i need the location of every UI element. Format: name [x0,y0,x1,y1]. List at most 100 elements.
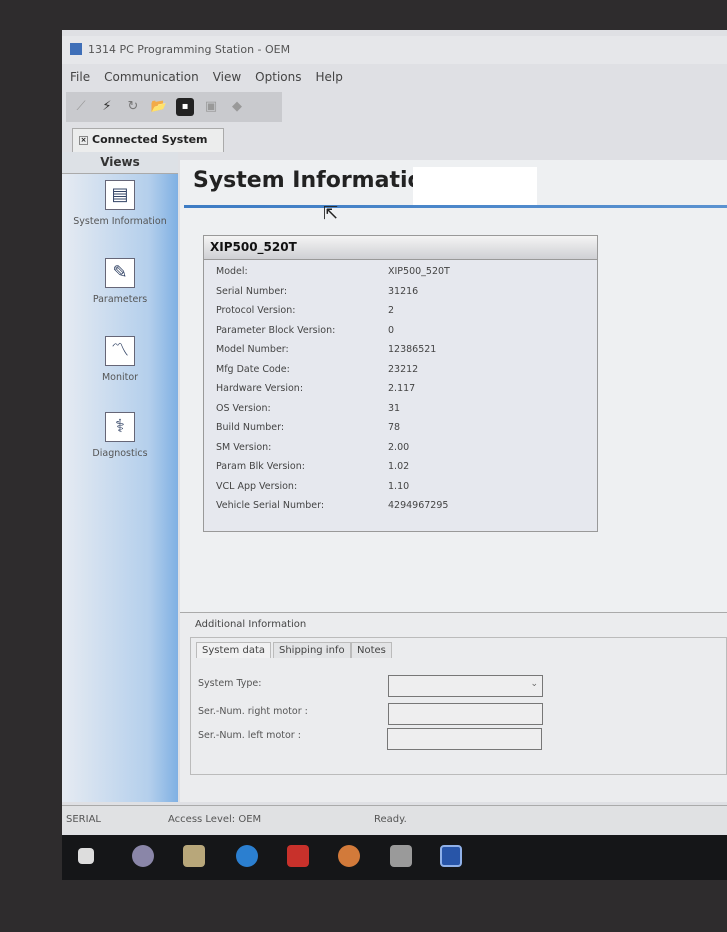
info-label: Model Number: [216,344,289,355]
connect-icon[interactable]: ⟋ [72,98,90,116]
tab-label: Connected System [92,133,208,146]
info-row: OS Version: 31 [216,403,586,414]
sidebar-item-system-information[interactable]: ▤ System Information [62,180,178,227]
info-value: 2.00 [388,441,410,453]
app-icon [70,43,82,55]
info-row: Model Number: 12386521 [216,344,586,355]
windows-start-icon[interactable] [78,848,94,864]
open-folder-icon[interactable]: 📂 [150,98,168,116]
info-label: Model: [216,266,248,277]
info-label: Parameter Block Version: [216,324,336,336]
info-label: Param Blk Version: [216,461,305,472]
sidebar-item-label: Monitor [101,372,139,383]
title-underline [184,205,727,208]
info-label: Mfg Date Code: [216,363,290,375]
info-row: Parameter Block Version: 0 [216,325,586,336]
menu-view[interactable]: View [213,70,241,84]
info-value: 31216 [388,285,419,297]
tab-connected-system[interactable]: × Connected System [72,128,224,152]
info-label: VCL App Version: [216,480,298,492]
menu-options[interactable]: Options [255,70,301,84]
monitor-chart-icon: 〽 [105,336,135,366]
sidebar-item-label: Diagnostics [92,448,148,459]
system-type-label: System Type: [198,678,262,689]
tab-notes[interactable]: Notes [351,642,392,658]
app-red-icon[interactable] [287,845,309,867]
info-value: 1.10 [388,480,410,492]
status-state: Ready. [374,814,407,825]
additional-info-label: Additional Information [195,619,307,630]
info-label: Build Number: [216,422,285,433]
info-value: 2 [388,305,395,316]
info-label: SM Version: [216,441,272,453]
info-panel-header: XIP500_520T [204,236,597,260]
info-row: VCL App Version: 1.10 [216,481,586,492]
app-orange-icon[interactable] [338,845,360,867]
file-explorer-icon[interactable] [183,845,205,867]
left-motor-label: Ser.-Num. left motor : [198,730,301,741]
info-value: 1.02 [388,461,410,472]
copilot-icon[interactable] [132,845,154,867]
info-value: 23212 [388,363,419,375]
print-icon[interactable]: ▣ [202,98,220,116]
stethoscope-icon: ⚕ [105,412,135,442]
save-icon[interactable]: ▪ [176,98,194,116]
menu-help[interactable]: Help [315,70,342,84]
info-row: SM Version: 2.00 [216,442,586,453]
status-port: SERIAL [66,814,101,825]
info-value: XIP500_520T [388,266,450,277]
info-value: 2.117 [388,383,416,394]
system-information-icon: ▤ [105,180,135,210]
status-access-level: Access Level: OEM [168,814,262,825]
info-value: 78 [388,422,401,433]
right-motor-label: Ser.-Num. right motor : [198,706,308,717]
sidebar [62,152,178,802]
menu-file[interactable]: File [70,70,90,84]
info-row: Hardware Version: 2.117 [216,383,586,394]
app-gray-icon[interactable] [390,845,412,867]
sidebar-item-label: System Information [73,216,167,227]
info-row: Serial Number: 31216 [216,286,586,297]
info-label: Hardware Version: [216,383,304,394]
menu-bar: File Communication View Options Help [62,64,727,90]
close-icon[interactable]: × [79,136,88,145]
info-label: Protocol Version: [216,305,296,316]
info-row: Vehicle Serial Number: 4294967295 [216,500,586,511]
info-value: 0 [388,324,395,336]
refresh-icon[interactable]: ↻ [124,98,142,116]
info-value: 12386521 [388,344,437,355]
info-row: Protocol Version: 2 [216,305,586,316]
status-bar: SERIAL Access Level: OEM Ready. [62,805,727,833]
info-value: 4294967295 [388,500,449,511]
right-motor-serial-input[interactable] [388,703,543,725]
disconnect-icon[interactable]: ⚡ [98,98,116,116]
info-label: OS Version: [216,402,271,414]
sidebar-item-monitor[interactable]: 〽 Monitor [62,336,178,383]
info-row: Build Number: 78 [216,422,586,433]
diamond-icon[interactable]: ◆ [228,98,246,116]
redaction-box [413,167,537,207]
chevron-down-icon: ⌄ [530,679,538,689]
system-info-panel: XIP500_520T Model: XIP500_520T Serial Numb… [203,235,598,532]
info-row: Mfg Date Code: 23212 [216,364,586,375]
title-bar: 1314 PC Programming Station - OEM [62,36,727,64]
info-label: Serial Number: [216,285,288,297]
tab-shipping-info[interactable]: Shipping info [273,642,351,658]
system-type-select[interactable]: ⌄ [388,675,543,697]
left-motor-serial-input[interactable] [387,728,542,750]
programming-station-taskbar-icon[interactable] [440,845,462,867]
sidebar-header: Views [62,152,178,174]
toolbar: ⟋ ⚡ ↻ 📂 ▪ ▣ ◆ [66,92,282,122]
info-row: Model: XIP500_520T [216,266,586,277]
sidebar-item-diagnostics[interactable]: ⚕ Diagnostics [62,412,178,459]
window-title: 1314 PC Programming Station - OEM [88,43,291,56]
mouse-cursor-icon: ⇱ [323,203,339,224]
tab-system-data[interactable]: System data [196,642,271,658]
menu-communication[interactable]: Communication [104,70,199,84]
edge-browser-icon[interactable] [236,845,258,867]
info-value: 31 [388,402,401,414]
page-title: System Information [193,168,439,193]
sidebar-item-label: Parameters [92,294,148,305]
pencil-icon: ✎ [105,258,135,288]
sidebar-item-parameters[interactable]: ✎ Parameters [62,258,178,305]
